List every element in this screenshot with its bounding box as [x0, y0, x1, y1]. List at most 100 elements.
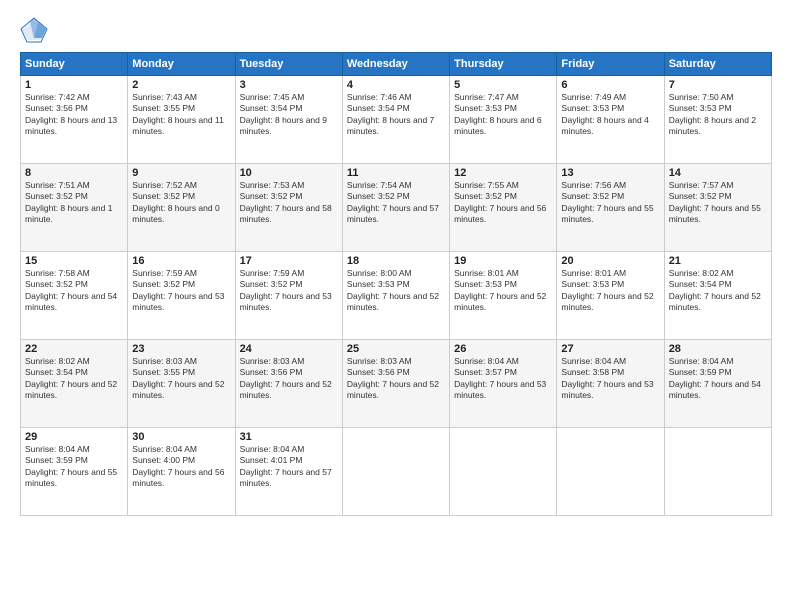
- day-cell: 2Sunrise: 7:43 AM Sunset: 3:55 PM Daylig…: [128, 76, 235, 164]
- day-number: 6: [561, 79, 659, 91]
- day-info: Sunrise: 8:03 AM Sunset: 3:56 PM Dayligh…: [347, 356, 445, 402]
- day-number: 28: [669, 343, 767, 355]
- day-number: 20: [561, 255, 659, 267]
- header-cell-thursday: Thursday: [450, 53, 557, 76]
- day-cell: 14Sunrise: 7:57 AM Sunset: 3:52 PM Dayli…: [664, 164, 771, 252]
- day-number: 13: [561, 167, 659, 179]
- day-number: 11: [347, 167, 445, 179]
- day-info: Sunrise: 7:53 AM Sunset: 3:52 PM Dayligh…: [240, 180, 338, 226]
- header-row: SundayMondayTuesdayWednesdayThursdayFrid…: [21, 53, 772, 76]
- day-info: Sunrise: 7:59 AM Sunset: 3:52 PM Dayligh…: [132, 268, 230, 314]
- logo-icon: [20, 16, 48, 44]
- logo: [20, 16, 52, 44]
- day-number: 18: [347, 255, 445, 267]
- day-number: 26: [454, 343, 552, 355]
- day-number: 10: [240, 167, 338, 179]
- header-cell-saturday: Saturday: [664, 53, 771, 76]
- day-number: 8: [25, 167, 123, 179]
- day-number: 27: [561, 343, 659, 355]
- day-info: Sunrise: 7:42 AM Sunset: 3:56 PM Dayligh…: [25, 92, 123, 138]
- day-cell: 29Sunrise: 8:04 AM Sunset: 3:59 PM Dayli…: [21, 428, 128, 516]
- day-info: Sunrise: 8:02 AM Sunset: 3:54 PM Dayligh…: [25, 356, 123, 402]
- day-info: Sunrise: 7:55 AM Sunset: 3:52 PM Dayligh…: [454, 180, 552, 226]
- day-cell: 11Sunrise: 7:54 AM Sunset: 3:52 PM Dayli…: [342, 164, 449, 252]
- day-info: Sunrise: 7:57 AM Sunset: 3:52 PM Dayligh…: [669, 180, 767, 226]
- day-cell: 26Sunrise: 8:04 AM Sunset: 3:57 PM Dayli…: [450, 340, 557, 428]
- day-info: Sunrise: 7:46 AM Sunset: 3:54 PM Dayligh…: [347, 92, 445, 138]
- day-cell: 12Sunrise: 7:55 AM Sunset: 3:52 PM Dayli…: [450, 164, 557, 252]
- day-cell: 5Sunrise: 7:47 AM Sunset: 3:53 PM Daylig…: [450, 76, 557, 164]
- day-info: Sunrise: 7:43 AM Sunset: 3:55 PM Dayligh…: [132, 92, 230, 138]
- day-number: 22: [25, 343, 123, 355]
- week-row-3: 15Sunrise: 7:58 AM Sunset: 3:52 PM Dayli…: [21, 252, 772, 340]
- day-cell: 9Sunrise: 7:52 AM Sunset: 3:52 PM Daylig…: [128, 164, 235, 252]
- day-number: 12: [454, 167, 552, 179]
- header: [20, 16, 772, 44]
- day-cell: 22Sunrise: 8:02 AM Sunset: 3:54 PM Dayli…: [21, 340, 128, 428]
- day-info: Sunrise: 7:56 AM Sunset: 3:52 PM Dayligh…: [561, 180, 659, 226]
- day-info: Sunrise: 8:04 AM Sunset: 3:59 PM Dayligh…: [669, 356, 767, 402]
- header-cell-wednesday: Wednesday: [342, 53, 449, 76]
- day-cell: 16Sunrise: 7:59 AM Sunset: 3:52 PM Dayli…: [128, 252, 235, 340]
- day-number: 24: [240, 343, 338, 355]
- day-cell: 1Sunrise: 7:42 AM Sunset: 3:56 PM Daylig…: [21, 76, 128, 164]
- header-cell-friday: Friday: [557, 53, 664, 76]
- day-cell: 6Sunrise: 7:49 AM Sunset: 3:53 PM Daylig…: [557, 76, 664, 164]
- day-number: 19: [454, 255, 552, 267]
- day-info: Sunrise: 7:50 AM Sunset: 3:53 PM Dayligh…: [669, 92, 767, 138]
- day-number: 7: [669, 79, 767, 91]
- day-cell: 31Sunrise: 8:04 AM Sunset: 4:01 PM Dayli…: [235, 428, 342, 516]
- day-info: Sunrise: 7:54 AM Sunset: 3:52 PM Dayligh…: [347, 180, 445, 226]
- day-cell: [450, 428, 557, 516]
- day-cell: 19Sunrise: 8:01 AM Sunset: 3:53 PM Dayli…: [450, 252, 557, 340]
- day-cell: 7Sunrise: 7:50 AM Sunset: 3:53 PM Daylig…: [664, 76, 771, 164]
- day-info: Sunrise: 8:02 AM Sunset: 3:54 PM Dayligh…: [669, 268, 767, 314]
- calendar-body: 1Sunrise: 7:42 AM Sunset: 3:56 PM Daylig…: [21, 76, 772, 516]
- day-info: Sunrise: 7:59 AM Sunset: 3:52 PM Dayligh…: [240, 268, 338, 314]
- day-info: Sunrise: 7:49 AM Sunset: 3:53 PM Dayligh…: [561, 92, 659, 138]
- day-info: Sunrise: 8:03 AM Sunset: 3:55 PM Dayligh…: [132, 356, 230, 402]
- day-cell: 8Sunrise: 7:51 AM Sunset: 3:52 PM Daylig…: [21, 164, 128, 252]
- day-number: 2: [132, 79, 230, 91]
- day-number: 15: [25, 255, 123, 267]
- day-number: 21: [669, 255, 767, 267]
- header-cell-sunday: Sunday: [21, 53, 128, 76]
- day-cell: 27Sunrise: 8:04 AM Sunset: 3:58 PM Dayli…: [557, 340, 664, 428]
- day-number: 25: [347, 343, 445, 355]
- day-cell: 24Sunrise: 8:03 AM Sunset: 3:56 PM Dayli…: [235, 340, 342, 428]
- day-cell: 30Sunrise: 8:04 AM Sunset: 4:00 PM Dayli…: [128, 428, 235, 516]
- day-number: 9: [132, 167, 230, 179]
- day-number: 3: [240, 79, 338, 91]
- day-info: Sunrise: 7:45 AM Sunset: 3:54 PM Dayligh…: [240, 92, 338, 138]
- day-cell: 21Sunrise: 8:02 AM Sunset: 3:54 PM Dayli…: [664, 252, 771, 340]
- day-info: Sunrise: 8:04 AM Sunset: 4:00 PM Dayligh…: [132, 444, 230, 490]
- day-info: Sunrise: 8:04 AM Sunset: 3:58 PM Dayligh…: [561, 356, 659, 402]
- day-cell: 15Sunrise: 7:58 AM Sunset: 3:52 PM Dayli…: [21, 252, 128, 340]
- day-number: 5: [454, 79, 552, 91]
- day-number: 30: [132, 431, 230, 443]
- day-cell: 17Sunrise: 7:59 AM Sunset: 3:52 PM Dayli…: [235, 252, 342, 340]
- day-number: 16: [132, 255, 230, 267]
- day-info: Sunrise: 8:01 AM Sunset: 3:53 PM Dayligh…: [561, 268, 659, 314]
- day-cell: [557, 428, 664, 516]
- day-cell: 4Sunrise: 7:46 AM Sunset: 3:54 PM Daylig…: [342, 76, 449, 164]
- day-info: Sunrise: 8:01 AM Sunset: 3:53 PM Dayligh…: [454, 268, 552, 314]
- day-info: Sunrise: 8:04 AM Sunset: 4:01 PM Dayligh…: [240, 444, 338, 490]
- week-row-4: 22Sunrise: 8:02 AM Sunset: 3:54 PM Dayli…: [21, 340, 772, 428]
- day-number: 14: [669, 167, 767, 179]
- day-number: 31: [240, 431, 338, 443]
- week-row-5: 29Sunrise: 8:04 AM Sunset: 3:59 PM Dayli…: [21, 428, 772, 516]
- day-number: 4: [347, 79, 445, 91]
- day-cell: 23Sunrise: 8:03 AM Sunset: 3:55 PM Dayli…: [128, 340, 235, 428]
- day-number: 23: [132, 343, 230, 355]
- week-row-1: 1Sunrise: 7:42 AM Sunset: 3:56 PM Daylig…: [21, 76, 772, 164]
- day-cell: 18Sunrise: 8:00 AM Sunset: 3:53 PM Dayli…: [342, 252, 449, 340]
- day-number: 17: [240, 255, 338, 267]
- day-info: Sunrise: 8:04 AM Sunset: 3:59 PM Dayligh…: [25, 444, 123, 490]
- day-info: Sunrise: 7:52 AM Sunset: 3:52 PM Dayligh…: [132, 180, 230, 226]
- header-cell-monday: Monday: [128, 53, 235, 76]
- day-cell: 3Sunrise: 7:45 AM Sunset: 3:54 PM Daylig…: [235, 76, 342, 164]
- day-number: 29: [25, 431, 123, 443]
- day-cell: 28Sunrise: 8:04 AM Sunset: 3:59 PM Dayli…: [664, 340, 771, 428]
- day-cell: 10Sunrise: 7:53 AM Sunset: 3:52 PM Dayli…: [235, 164, 342, 252]
